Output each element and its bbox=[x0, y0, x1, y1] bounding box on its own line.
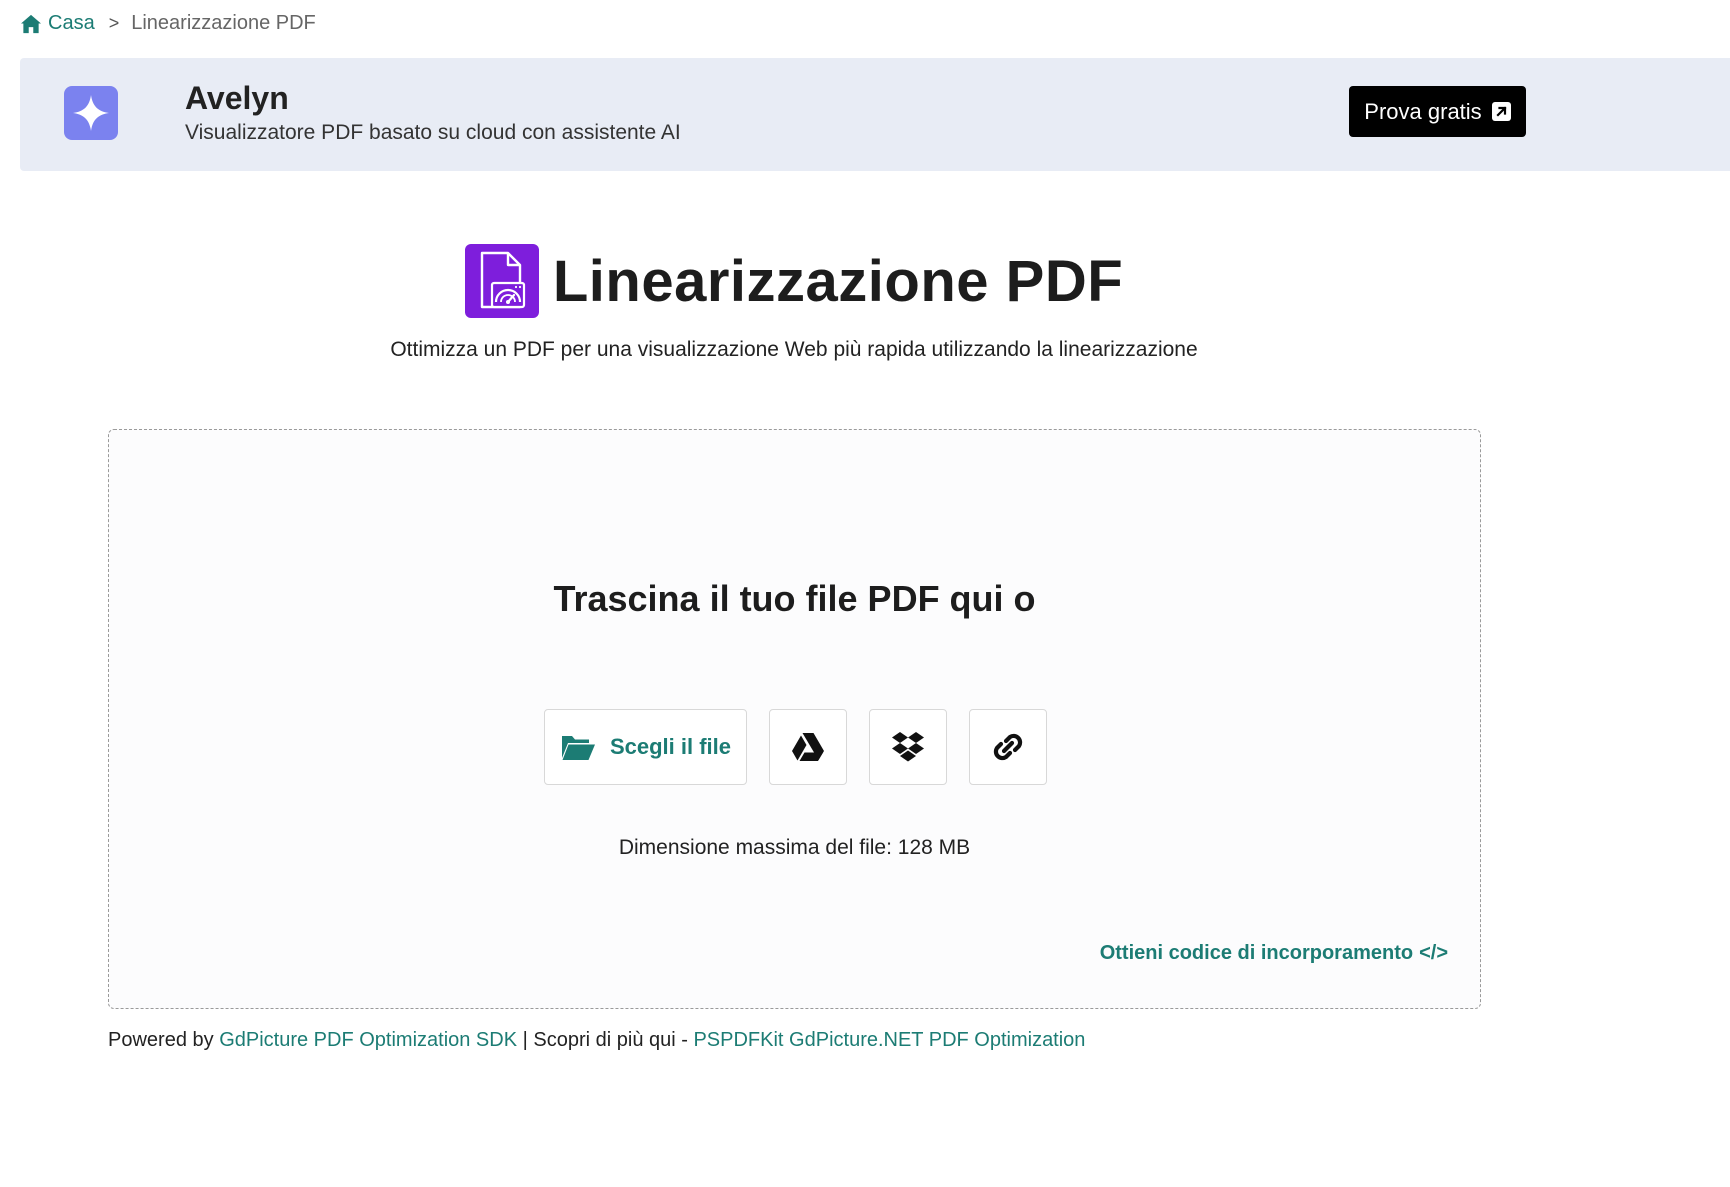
page-subtitle: Ottimizza un PDF per una visualizzazione… bbox=[390, 338, 1198, 361]
dropbox-icon bbox=[892, 732, 924, 762]
tool-icon bbox=[464, 244, 539, 318]
link-icon bbox=[993, 733, 1023, 761]
breadcrumb-separator: > bbox=[108, 13, 120, 33]
avelyn-logo bbox=[64, 86, 118, 140]
breadcrumb-current: Linearizzazione PDF bbox=[131, 12, 316, 34]
google-drive-icon bbox=[792, 733, 824, 761]
dropzone-heading: Trascina il tuo file PDF qui o bbox=[553, 578, 1036, 619]
breadcrumb: Casa > Linearizzazione PDF bbox=[20, 12, 316, 35]
embed-code-link[interactable]: Ottieni codice di incorporamento </> bbox=[1100, 942, 1448, 965]
max-file-size: Dimensione massima del file: 128 MB bbox=[618, 836, 971, 859]
banner-tagline: Visualizzatore PDF basato su cloud con a… bbox=[185, 121, 681, 144]
folder-open-icon bbox=[561, 736, 595, 760]
pdf-speedometer-icon bbox=[480, 251, 525, 309]
breadcrumb-home-link[interactable]: Casa bbox=[20, 12, 95, 35]
page-title: Linearizzazione PDF bbox=[552, 248, 1124, 314]
footer: Powered by GdPicture PDF Optimization SD… bbox=[108, 1029, 1085, 1052]
footer-sdk-link[interactable]: GdPicture PDF Optimization SDK bbox=[219, 1029, 517, 1051]
page: Casa > Linearizzazione PDF Avelyn Visual… bbox=[0, 0, 1730, 1187]
file-dropzone[interactable]: Trascina il tuo file PDF qui o Scegli il… bbox=[108, 429, 1481, 1009]
footer-powered-prefix: Powered by bbox=[108, 1029, 214, 1051]
embed-code-label: Ottieni codice di incorporamento bbox=[1099, 942, 1414, 964]
external-link-icon bbox=[1491, 102, 1511, 121]
banner-brand: Avelyn bbox=[185, 80, 289, 116]
url-link-button[interactable] bbox=[969, 709, 1047, 785]
code-icon: </> bbox=[1419, 942, 1448, 964]
home-icon bbox=[21, 14, 41, 33]
footer-learn-more-link[interactable]: PSPDFKit GdPicture.NET PDF Optimization bbox=[693, 1029, 1085, 1051]
footer-middle-text: | Scopri di più qui - bbox=[522, 1029, 688, 1051]
choose-file-button[interactable]: Scegli il file bbox=[544, 709, 747, 785]
promo-banner: Avelyn Visualizzatore PDF basato su clou… bbox=[20, 58, 1730, 171]
try-free-label: Prova gratis bbox=[1364, 98, 1482, 124]
sparkle-icon bbox=[73, 95, 109, 131]
google-drive-button[interactable] bbox=[769, 709, 847, 785]
try-free-button[interactable]: Prova gratis bbox=[1349, 86, 1526, 137]
breadcrumb-home-label: Casa bbox=[48, 12, 95, 34]
dropbox-button[interactable] bbox=[869, 709, 947, 785]
title-row: Linearizzazione PDF bbox=[0, 244, 1588, 318]
choose-file-label: Scegli il file bbox=[609, 734, 732, 759]
